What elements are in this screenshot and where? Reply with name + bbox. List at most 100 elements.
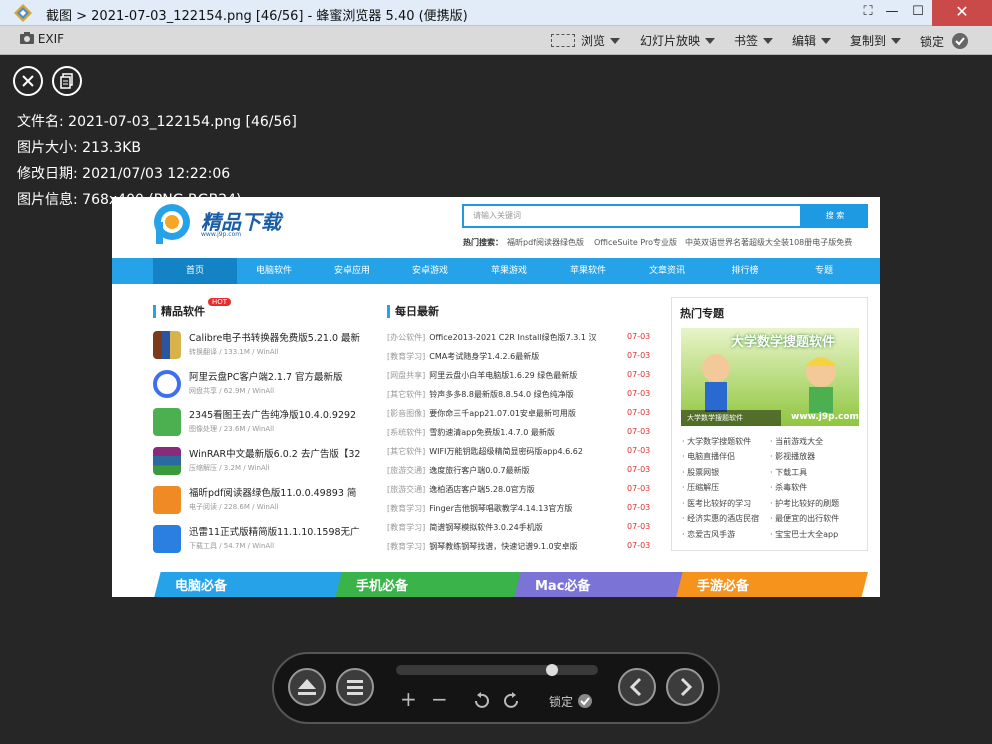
list-item[interactable]: [教育学习] Finger吉他钢琴唱歌教学4.14.13官方版 07-03 (387, 503, 650, 517)
topic-link[interactable]: · 医考比较好的学习 (682, 498, 751, 509)
slideshow-label: 幻灯片放映 (640, 34, 701, 48)
edit-menu[interactable]: 编辑 (792, 32, 832, 49)
topic-link[interactable]: · 宝宝巴士大全app (770, 529, 838, 540)
list-item[interactable]: WinRAR中文最新版6.0.2 去广告版【32 压缩解压 / 3.2M / Wi… (153, 444, 360, 480)
list-item[interactable]: 福昕pdf阅读器绿色版11.0.0.49893 简电子阅读 / 228.6M /… (153, 483, 356, 519)
rotate-left-icon[interactable] (472, 692, 490, 710)
nav-item[interactable]: 安卓应用 (310, 258, 394, 284)
window-title: 截图 > 2021-07-03_122154.png [46/56] - 蜂蜜浏… (46, 9, 468, 24)
list-item[interactable]: [其它软件] 铃声多多8.8最新版8.8.54.0 绿色纯净版 07-03 (387, 389, 650, 403)
list-item[interactable]: [教育学习] 钢琴教练钢琴找谱，快速记谱9.1.0安卓版 07-03 (387, 541, 650, 555)
next-button[interactable] (666, 668, 704, 706)
topic-link[interactable]: · 影视播放器 (770, 451, 815, 462)
playback-controls: + − 锁定 (272, 652, 720, 724)
list-item[interactable]: Calibre电子书转换器免费版5.21.0 最新 转换翻译 / 133.1M /… (153, 328, 360, 364)
nav-item[interactable]: 首页 (153, 258, 237, 284)
list-item[interactable]: [旅游交通] 逸柏酒店客户端5.28.0官方版 07-03 (387, 484, 650, 498)
previous-button[interactable] (618, 668, 656, 706)
info-imageinfo: 图片信息: 768x400 (PNG,RGB24) (17, 192, 242, 208)
info-filename: 文件名: 2021-07-03_122154.png [46/56] (17, 114, 297, 130)
banner-mac[interactable]: Mac必备 (513, 572, 703, 597)
rotate-right-icon[interactable] (503, 692, 521, 710)
slideshow-menu[interactable]: 幻灯片放映 (640, 32, 716, 49)
topic-link[interactable]: · 恋爱古风手游 (682, 529, 735, 540)
hot-badge: HOT (208, 298, 232, 306)
bookmark-menu[interactable]: 书签 (734, 32, 774, 49)
lock-button[interactable]: 锁定 (920, 32, 969, 50)
soft-name: 阿里云盘PC客户端2.1.7 官方最新版 (189, 372, 343, 383)
maximize-button[interactable]: ☐ (902, 0, 934, 26)
zoom-in-button[interactable]: + (400, 687, 417, 711)
topic-banner-image[interactable]: 大学数学搜题软件 大学数学搜题软件 www.j9p.com (681, 328, 859, 426)
soft-meta: 转换翻译 / 133.1M / WinAll (189, 348, 279, 356)
list-item[interactable]: [网盘共享] 阿里云盘小白羊电脑版1.6.29 绿色最新版 07-03 (387, 370, 650, 384)
list-item[interactable]: [教育学习] 简谱钢琴模拟软件3.0.24手机版 07-03 (387, 522, 650, 536)
topic-link[interactable]: · 股票网银 (682, 467, 719, 478)
topic-link[interactable]: · 下载工具 (770, 467, 807, 478)
nav-item[interactable]: 专题 (782, 258, 866, 284)
zoom-slider-knob[interactable] (546, 664, 559, 676)
nav-item[interactable]: 苹果游戏 (467, 258, 551, 284)
topic-link[interactable]: · 杀毒软件 (770, 482, 807, 493)
close-overlay-button[interactable] (13, 66, 43, 96)
list-item[interactable]: [影音图像] 要你命三千app21.07.01安卓最新可用版 07-03 (387, 408, 650, 422)
topic-link[interactable]: · 护考比较好的刷题 (770, 498, 839, 509)
close-icon (22, 75, 34, 87)
hot-search-link[interactable]: OfficeSuite Pro专业版 (594, 237, 677, 248)
chevron-down-icon (763, 38, 774, 44)
browse-menu[interactable]: 浏览 (551, 32, 621, 49)
list-item[interactable]: 阿里云盘PC客户端2.1.7 官方最新版 网盘共享 / 62.9M / WinAl… (153, 367, 343, 403)
topic-link[interactable]: · 大学数学搜题软件 (682, 436, 751, 447)
nav-item[interactable]: 苹果软件 (546, 258, 630, 284)
chevron-left-icon (629, 677, 642, 697)
banner-pc[interactable]: 电脑必备 (153, 572, 343, 597)
thunder-icon (153, 525, 181, 553)
copy-icon (60, 73, 73, 89)
hot-search-link[interactable]: 福昕pdf阅读器绿色版 (507, 237, 584, 248)
list-item[interactable]: [其它软件] WIFI万能钥匙超级精简显密码版app4.6.62 07-03 (387, 446, 650, 460)
chevron-down-icon (610, 38, 621, 44)
bookmark-label: 书签 (734, 34, 759, 48)
nav-item[interactable]: 排行榜 (703, 258, 787, 284)
topic-link[interactable]: · 当前游戏大全 (770, 436, 823, 447)
lock-toggle[interactable]: 锁定 (549, 693, 593, 710)
topic-link[interactable]: · 压缩解压 (682, 482, 719, 493)
site-search-button[interactable]: 搜 索 (802, 204, 868, 228)
exif-button[interactable]: EXIF (20, 32, 64, 46)
site-search-placeholder: 请输入关键词 (473, 211, 521, 220)
chevron-down-icon (891, 38, 902, 44)
close-button[interactable]: ✕ (932, 0, 992, 26)
zoom-slider[interactable] (396, 664, 598, 676)
banner-mobile-games[interactable]: 手游必备 (675, 572, 868, 597)
list-item[interactable]: [教育学习] CMA考试随身学1.4.2.6最新版 07-03 (387, 351, 650, 365)
topic-link[interactable]: · 最便宜的出行软件 (770, 513, 839, 524)
copy-to-menu[interactable]: 复制到 (850, 32, 902, 49)
image-viewer-icon (153, 408, 181, 436)
topic-banner-caption: 大学数学搜题软件 (681, 410, 781, 426)
eject-button[interactable] (288, 668, 326, 706)
nav-item[interactable]: 电脑软件 (232, 258, 316, 284)
nav-item[interactable]: 安卓游戏 (388, 258, 472, 284)
topic-link[interactable]: · 电脑直播伴侣 (682, 451, 735, 462)
banner-mobile[interactable]: 手机必备 (334, 572, 524, 597)
winrar-icon (153, 447, 181, 475)
exif-label: EXIF (37, 32, 65, 46)
list-item[interactable]: 2345看图王去广告纯净版10.4.0.9292 图像处理 / 23.6M / W… (153, 405, 356, 441)
nav-item[interactable]: 文章资讯 (625, 258, 709, 284)
hot-search-link[interactable]: 中英双语世界名著超级大全装108册电子版免费 (685, 237, 852, 248)
list-item[interactable]: 迅雷11正式版精简版11.1.10.1598无广 下载工具 / 54.7M / W… (153, 522, 360, 558)
copy-to-label: 复制到 (850, 34, 887, 48)
soft-meta: 压缩解压 / 3.2M / WinAll (189, 464, 270, 472)
zoom-out-button[interactable]: − (431, 687, 448, 711)
hot-topics-panel: 热门专题 大学数学搜题软件 大学数学搜题软件 www.j9p.com · 大学数… (671, 297, 868, 551)
list-item[interactable]: [系统软件] 雪豹速清app免费版1.4.7.0 最新版 07-03 (387, 427, 650, 441)
menu-button[interactable] (336, 668, 374, 706)
lock-toggle-label: 锁定 (549, 695, 574, 709)
list-item[interactable]: [旅游交通] 逸度旅行客户端0.0.7最新版 07-03 (387, 465, 650, 479)
list-item[interactable]: [办公软件] Office2013-2021 C2R Install绿色版7.3.… (387, 332, 650, 346)
site-search-input[interactable]: 请输入关键词 (462, 204, 802, 228)
topic-banner-url: www.j9p.com (791, 412, 859, 422)
chevron-down-icon (821, 38, 832, 44)
topic-link[interactable]: · 经济实惠的酒店民宿 (682, 513, 759, 524)
copy-overlay-button[interactable] (52, 66, 82, 96)
